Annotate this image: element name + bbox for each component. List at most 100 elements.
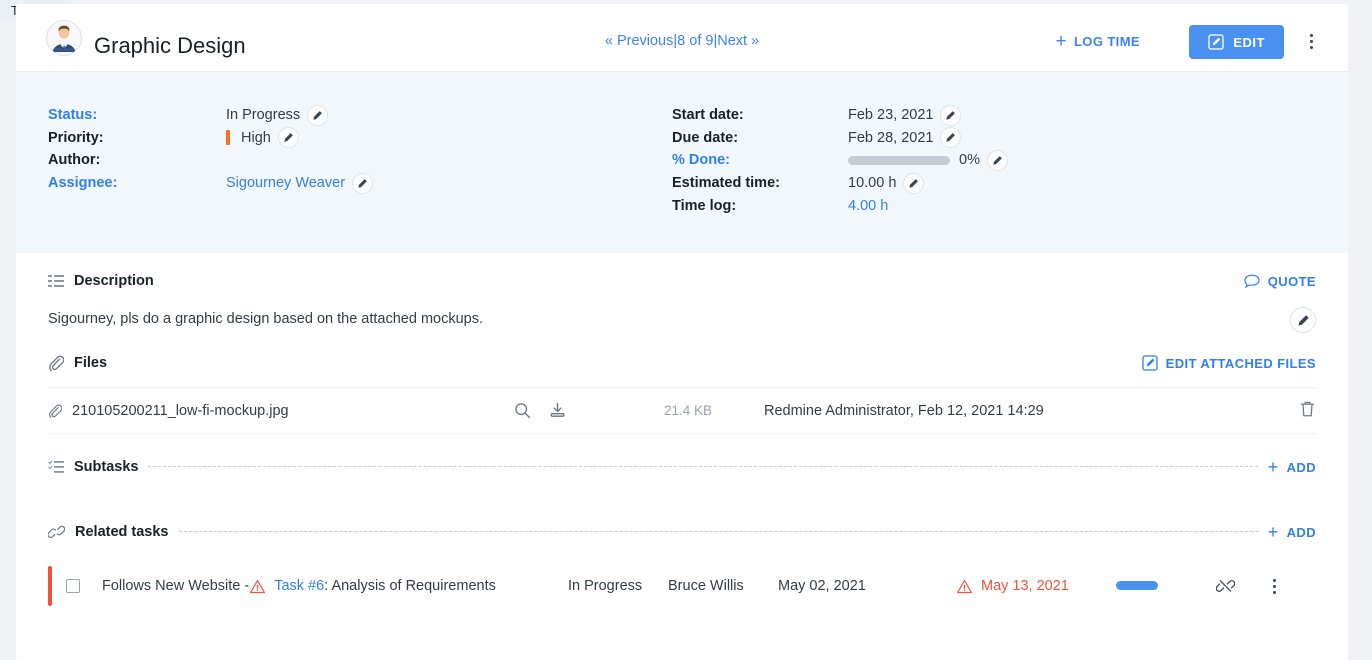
related-task-checkbox[interactable] — [66, 579, 80, 593]
add-related-task-button[interactable]: + ADD — [1268, 523, 1316, 541]
attribute-estimated-time: Estimated time: 10.00 h — [672, 172, 1008, 195]
subtasks-title: Subtasks — [74, 459, 139, 475]
start-date-edit-button[interactable] — [940, 104, 962, 126]
assignee-edit-button[interactable] — [352, 172, 374, 194]
file-name: 210105200211_low-fi-mockup.jpg — [72, 402, 289, 419]
pencil-icon — [946, 133, 956, 143]
task-card: Graphic Design « Previous|8 of 9|Next » … — [16, 4, 1348, 660]
attribute-start-date: Start date: Feb 23, 2021 — [672, 104, 1008, 127]
percent-done-value-group: 0% — [848, 149, 1008, 171]
attribute-author: Author: — [48, 149, 373, 172]
task-header: Graphic Design « Previous|8 of 9|Next » … — [16, 4, 1348, 72]
pencil-icon — [1298, 314, 1309, 325]
log-time-button[interactable]: + LOG TIME — [1055, 32, 1140, 51]
file-delete-button[interactable] — [1299, 400, 1316, 422]
related-tasks-header: Related tasks + ADD — [48, 523, 1316, 541]
related-task-assignee: Bruce Willis — [668, 578, 744, 594]
related-task-title-cell: Follows New Website - Task #6: Analysis … — [102, 578, 568, 594]
percent-done-progress-bar — [848, 155, 950, 165]
status-edit-button[interactable] — [307, 104, 329, 126]
log-time-label: LOG TIME — [1073, 34, 1140, 49]
plus-icon: + — [1267, 457, 1279, 477]
attributes-left-column: Status: In Progress Priority: High Autho… — [48, 104, 374, 195]
table-row: 210105200211_low-fi-mockup.jpg 21.4 KB R… — [48, 388, 1316, 434]
due-date-value: Feb 28, 2021 — [848, 129, 934, 146]
attribute-assignee: Assignee: Sigourney Weaver — [48, 172, 374, 195]
add-subtask-button[interactable]: + ADD — [1268, 458, 1316, 476]
edit-attached-files-button[interactable]: EDIT ATTACHED FILES — [1141, 355, 1316, 371]
status-label[interactable]: Status: — [48, 107, 226, 123]
related-task-start-date: May 02, 2021 — [778, 578, 866, 594]
related-tasks-section: Related tasks + ADD Follows New Website … — [48, 523, 1316, 606]
speech-bubble-icon — [1244, 274, 1260, 288]
quote-button[interactable]: QUOTE — [1244, 274, 1316, 289]
pencil-icon — [909, 178, 919, 188]
search-icon[interactable] — [514, 402, 531, 419]
pencil-icon — [284, 133, 293, 143]
edit-label: EDIT — [1233, 34, 1265, 50]
description-title: Description — [74, 273, 154, 289]
attribute-priority: Priority: High — [48, 127, 373, 150]
file-name-cell[interactable]: 210105200211_low-fi-mockup.jpg — [48, 403, 514, 419]
status-value: In Progress — [226, 107, 301, 124]
related-task-more-menu[interactable] — [1263, 575, 1285, 597]
relation-type: Follows New Website - — [102, 578, 250, 594]
start-date-label: Start date: — [672, 107, 744, 124]
files-header: Files EDIT ATTACHED FILES — [48, 355, 1316, 371]
table-row: Follows New Website - Task #6: Analysis … — [48, 566, 1316, 606]
link-chain-icon — [48, 525, 65, 539]
files-title: Files — [74, 355, 108, 371]
subtasks-dashed-divider — [148, 465, 1258, 467]
pager-previous[interactable]: « Previous — [605, 33, 674, 49]
description-section: Description QUOTE Sigourney, pls do a gr… — [48, 253, 1316, 333]
edit-button[interactable]: EDIT — [1189, 25, 1284, 59]
estimated-time-edit-button[interactable] — [903, 172, 925, 194]
more-vertical-icon — [1309, 33, 1313, 37]
file-meta: Redmine Administrator, Feb 12, 2021 14:2… — [764, 402, 1044, 419]
download-icon[interactable] — [549, 402, 566, 419]
pager-next[interactable]: Next » — [717, 33, 759, 49]
scroll-gutter[interactable] — [1348, 0, 1372, 660]
description-edit-button[interactable] — [1290, 307, 1316, 333]
assignee-value[interactable]: Sigourney Weaver — [226, 175, 345, 191]
plus-icon: + — [1055, 31, 1067, 52]
percent-done-edit-button[interactable] — [986, 149, 1008, 171]
divider — [164, 280, 1234, 281]
paperclip-icon — [49, 404, 62, 418]
percent-done-label[interactable]: % Done: — [672, 152, 848, 168]
assignee-value-group: Sigourney Weaver — [226, 172, 374, 194]
unlink-icon[interactable] — [1216, 577, 1235, 595]
due-date-edit-button[interactable] — [940, 127, 962, 149]
related-task-ref[interactable]: Task #6 — [274, 578, 324, 594]
quote-label: QUOTE — [1267, 273, 1316, 289]
priority-label: Priority: — [48, 129, 104, 146]
time-log-value[interactable]: 4.00 h — [848, 198, 888, 214]
pencil-square-icon — [1208, 34, 1225, 50]
assignee-label[interactable]: Assignee: — [48, 175, 226, 191]
start-date-value-group: Feb 23, 2021 — [848, 104, 962, 126]
related-task-actions — [1216, 575, 1285, 597]
priority-value: High — [241, 129, 271, 146]
add-related-task-label: ADD — [1286, 524, 1316, 540]
paperclip-icon — [49, 355, 64, 371]
subtasks-header: Subtasks + ADD — [48, 458, 1316, 476]
due-date-value-group: Feb 28, 2021 — [848, 127, 962, 149]
header-more-menu[interactable] — [1300, 30, 1322, 52]
subtasks-section: Subtasks + ADD — [48, 458, 1316, 476]
priority-value-group: High — [226, 127, 299, 149]
related-task-subject: : Analysis of Requirements — [324, 578, 496, 594]
related-task-due-date: May 13, 2021 — [981, 578, 1069, 594]
priority-indicator-icon — [226, 130, 230, 146]
divider — [117, 362, 1132, 363]
page-root: Task #15 Graphic Design « Previous|8 of … — [0, 0, 1372, 660]
status-value-group: In Progress — [226, 104, 329, 126]
pencil-icon — [993, 156, 1002, 165]
priority-edit-button[interactable] — [277, 127, 299, 149]
pencil-icon — [313, 110, 323, 120]
pencil-icon — [946, 110, 956, 120]
attribute-status: Status: In Progress — [48, 104, 373, 127]
progress-bar — [1116, 581, 1158, 590]
files-section: Files EDIT ATTACHED FILES 210105200211_l… — [48, 355, 1316, 434]
edit-attached-files-label: EDIT ATTACHED FILES — [1165, 355, 1316, 371]
attributes-panel: Status: In Progress Priority: High Autho… — [16, 72, 1348, 253]
